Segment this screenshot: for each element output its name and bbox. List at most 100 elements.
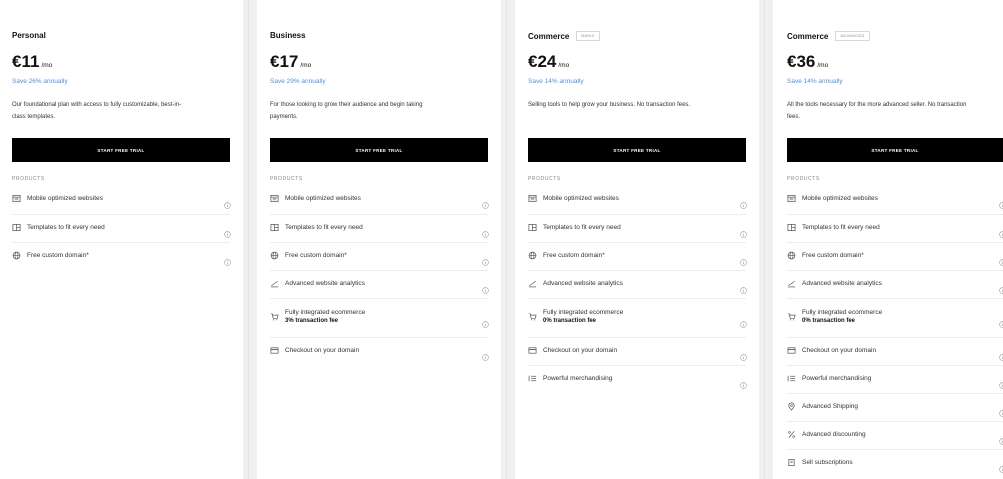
info-icon[interactable]	[999, 376, 1003, 389]
info-icon[interactable]	[999, 460, 1003, 473]
info-icon[interactable]	[999, 348, 1003, 361]
feature-text: Advanced discounting	[802, 431, 866, 438]
feature-text: Mobile optimized websites	[27, 195, 103, 202]
annual-savings-link[interactable]: Save 14% annually	[787, 78, 843, 85]
feature-text: Advanced Shipping	[802, 403, 858, 410]
feature-label: Advanced website analytics	[802, 280, 882, 287]
annual-savings-link[interactable]: Save 14% annually	[528, 78, 584, 85]
info-icon[interactable]	[224, 225, 231, 238]
start-free-trial-button[interactable]: START FREE TRIAL	[787, 138, 1003, 162]
info-icon[interactable]	[740, 376, 747, 389]
info-icon[interactable]	[999, 315, 1003, 328]
plan-header: Commerce ADVANCED	[787, 31, 870, 41]
price-row: €11/mo	[12, 52, 52, 72]
feature-item: Fully integrated ecommerce 3% transaction…	[270, 309, 365, 324]
plan-description-line: For those looking to grow their audience…	[270, 102, 423, 108]
feature-divider	[787, 270, 1003, 271]
feature-label: Free custom domain*	[543, 252, 605, 259]
feature-label: Free custom domain*	[802, 252, 864, 259]
feature-text: Templates to fit every need	[802, 224, 880, 231]
feature-item: Checkout on your domain	[528, 346, 617, 355]
info-icon[interactable]	[740, 315, 747, 328]
plan-description-line: fees.	[787, 114, 801, 120]
feature-divider	[528, 214, 746, 215]
info-icon[interactable]	[999, 432, 1003, 445]
info-icon[interactable]	[482, 348, 489, 361]
price-row: €24/mo	[528, 52, 569, 72]
globe-icon	[270, 251, 279, 260]
feature-text: Free custom domain*	[285, 252, 347, 259]
template-icon	[270, 223, 279, 232]
feature-item: Mobile optimized websites	[270, 194, 361, 203]
annual-savings-link[interactable]: Save 29% annually	[270, 78, 326, 85]
feature-divider	[528, 270, 746, 271]
plan-name: Commerce	[787, 31, 829, 41]
feature-item: Sell subscriptions	[787, 458, 853, 467]
feature-item: Free custom domain*	[270, 251, 347, 260]
plan-badge: BASIC	[576, 31, 600, 41]
feature-label: Advanced website analytics	[543, 280, 623, 287]
feature-text: Mobile optimized websites	[802, 195, 878, 202]
plan-description-line: Selling tools to help grow your business…	[528, 102, 691, 108]
info-icon[interactable]	[740, 281, 747, 294]
feature-detail: 0% transaction fee	[802, 318, 856, 324]
start-free-trial-button[interactable]: START FREE TRIAL	[270, 138, 488, 162]
plan-card: Business €17/mo Save 29% annually For those…	[270, 0, 489, 479]
feature-label: Checkout on your domain	[802, 347, 877, 354]
feature-item: Advanced website analytics	[528, 279, 623, 288]
feature-label: Sell subscriptions	[802, 459, 853, 466]
feature-divider	[270, 337, 488, 338]
info-icon[interactable]	[482, 225, 489, 238]
feature-label: Advanced website analytics	[285, 280, 365, 287]
info-icon[interactable]	[482, 281, 489, 294]
info-icon[interactable]	[999, 196, 1003, 209]
feature-divider	[787, 393, 1003, 394]
feature-label: Templates to fit every need	[27, 224, 105, 231]
feature-item: Templates to fit every need	[12, 223, 105, 232]
globe-icon	[787, 251, 796, 260]
annual-savings-link[interactable]: Save 26% annually	[12, 78, 68, 85]
feature-divider	[270, 298, 488, 299]
feature-item: Mobile optimized websites	[528, 194, 619, 203]
info-icon[interactable]	[740, 253, 747, 266]
price-period: /mo	[41, 62, 53, 69]
info-icon[interactable]	[482, 196, 489, 209]
feature-divider	[12, 242, 230, 243]
feature-item: Templates to fit every need	[528, 223, 621, 232]
info-icon[interactable]	[482, 315, 489, 328]
feature-divider	[12, 214, 230, 215]
info-icon[interactable]	[224, 196, 231, 209]
info-icon[interactable]	[740, 225, 747, 238]
info-icon[interactable]	[224, 253, 231, 266]
feature-item: Free custom domain*	[528, 251, 605, 260]
plan-badge: ADVANCED	[835, 31, 870, 41]
feature-item: Free custom domain*	[12, 251, 89, 260]
info-icon[interactable]	[999, 404, 1003, 417]
info-icon[interactable]	[740, 348, 747, 361]
feature-label: Mobile optimized websites	[27, 195, 103, 202]
info-icon[interactable]	[482, 253, 489, 266]
info-icon[interactable]	[999, 253, 1003, 266]
feature-text: Checkout on your domain	[285, 347, 359, 354]
feature-item: Mobile optimized websites	[12, 194, 103, 203]
plan-price: €11	[12, 52, 40, 71]
info-icon[interactable]	[740, 196, 747, 209]
feature-item: Free custom domain*	[787, 251, 864, 260]
start-free-trial-button[interactable]: START FREE TRIAL	[12, 138, 230, 162]
feature-label: Mobile optimized websites	[802, 195, 878, 202]
info-icon[interactable]	[999, 225, 1003, 238]
feature-text: Fully integrated ecommerce 0% transaction…	[543, 309, 623, 324]
start-free-trial-button[interactable]: START FREE TRIAL	[528, 138, 746, 162]
feature-label: Advanced Shipping	[802, 403, 859, 410]
price-row: €36/mo	[787, 52, 828, 72]
plan-description-line: All the tools necessary for the more adv…	[787, 102, 967, 108]
price-period: /mo	[817, 62, 829, 69]
plan-description: All the tools necessary for the more adv…	[787, 99, 1003, 123]
feature-text: Free custom domain*	[27, 252, 89, 259]
feature-text: Powerful merchandising	[802, 375, 871, 382]
analytics-icon	[787, 279, 796, 288]
feature-divider	[528, 242, 746, 243]
feature-text: Advanced website analytics	[285, 280, 365, 287]
info-icon[interactable]	[999, 281, 1003, 294]
feature-text: Templates to fit every need	[27, 224, 105, 231]
